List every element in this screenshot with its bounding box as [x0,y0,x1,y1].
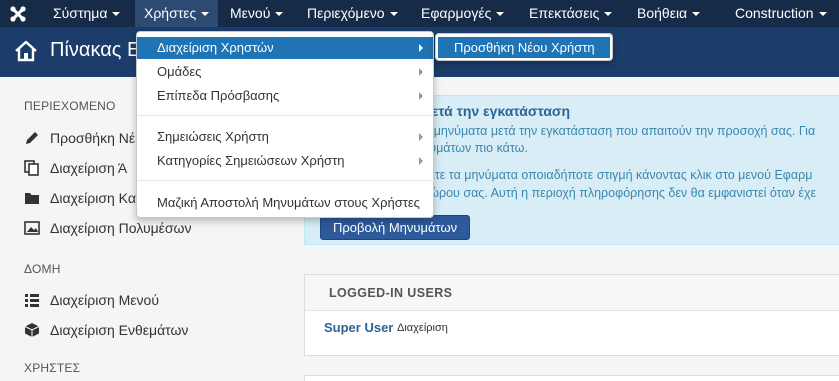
menu-divider [138,115,434,116]
nav-extensions[interactable]: Επεκτάσεις [529,0,613,27]
alert-text-line: νυμάτων πιο κάτω. [423,141,528,155]
nav-menus[interactable]: Μενού [230,0,284,27]
home-icon [15,40,37,62]
menu-item-note-categories[interactable]: Κατηγορίες Σημειώσεων Χρήστη [137,150,433,172]
alert-title: μετά την εγκατάσταση [423,103,571,119]
menu-divider [138,180,434,181]
menu-item-user-notes[interactable]: Σημειώσεις Χρήστη [137,126,433,148]
caret-down-icon [275,12,284,17]
sidebar-item-articles[interactable]: Διαχείριση Ά [24,160,127,176]
menu-item-mass-mail[interactable]: Μαζική Αποστολή Μηνυμάτων στους Χρήστες [137,192,433,214]
top-navbar: Σύστημα Χρήστες Μενού Περιεχόμενο Εφαρμο… [0,0,839,27]
folder-icon [25,193,39,204]
chevron-right-icon [419,133,423,141]
sidebar-item-add-article[interactable]: Προσθήκη Νέ [24,130,135,146]
caret-down-icon [112,12,121,17]
alert-text-line: χώρου σας. Αυτή η περιοχή πληροφόρησης δ… [423,186,817,200]
chevron-right-icon [419,68,423,76]
manage-users-submenu: Προσθήκη Νέου Χρήστη [435,33,613,61]
users-dropdown-menu: Διαχείριση Χρηστών Ομάδες Επίπεδα Πρόσβα… [136,31,434,218]
sidebar-item-modules[interactable]: Διαχείριση Ενθεμάτων [24,322,188,338]
nav-help[interactable]: Βοήθεια [637,0,701,27]
nav-site-name[interactable]: Construction [735,0,827,27]
chevron-right-icon [419,92,423,100]
caret-down-icon [818,12,827,17]
menu-item-groups[interactable]: Ομάδες [137,61,433,83]
menu-item-add-new-user[interactable]: Προσθήκη Νέου Χρήστη [438,37,610,58]
sidebar-item-categories[interactable]: Διαχείριση Κα [24,190,136,206]
nav-system[interactable]: Σύστημα [53,0,121,27]
page-title: Πίνακας Ε [50,39,141,61]
sidebar-heading-content: ΠΕΡΙΕΧΟΜΕΝΟ [24,99,116,113]
panel-header: LOGGED-IN USERS [305,275,839,311]
logged-in-users-panel: LOGGED-IN USERS Super User Διαχείριση [304,274,839,356]
caret-down-icon [496,12,505,17]
pencil-icon [26,132,38,144]
list-icon [25,294,39,307]
copy-icon [24,160,39,176]
caret-down-icon [201,12,210,17]
user-name-link[interactable]: Super User [324,320,393,335]
caret-down-icon [604,12,613,17]
sidebar-heading-users: ΧΡΗΣΤΕΣ [24,361,81,375]
menu-item-access-levels[interactable]: Επίπεδα Πρόσβασης [137,85,433,107]
alert-text-line: α μηνύματα μετά την εγκατάσταση που απαι… [423,124,816,138]
next-panel [304,375,839,381]
nav-content[interactable]: Περιεχόμενο [307,0,398,27]
chevron-right-icon [419,157,423,165]
caret-down-icon [692,12,701,17]
panel-title: LOGGED-IN USERS [329,286,453,300]
image-icon [24,221,40,235]
view-messages-button[interactable]: Προβολή Μηνυμάτων [320,215,471,240]
sidebar-item-media[interactable]: Διαχείριση Πολυμέσων [24,220,191,236]
caret-down-icon [389,12,398,17]
cube-icon [24,323,40,337]
sidebar-heading-structure: ΔΟΜΗ [24,262,61,276]
nav-components[interactable]: Εφαρμογές [421,0,505,27]
user-role: Διαχείριση [397,322,448,334]
chevron-right-icon [419,44,423,52]
alert-text-line: λετε τα μηνύματα οποιαδήποτε στιγμή κάνο… [423,168,813,182]
nav-users[interactable]: Χρήστες [135,0,219,27]
sidebar-item-menus[interactable]: Διαχείριση Μενού [24,292,159,308]
joomla-logo-icon[interactable] [8,4,28,24]
menu-item-manage-users[interactable]: Διαχείριση Χρηστών [137,37,433,59]
